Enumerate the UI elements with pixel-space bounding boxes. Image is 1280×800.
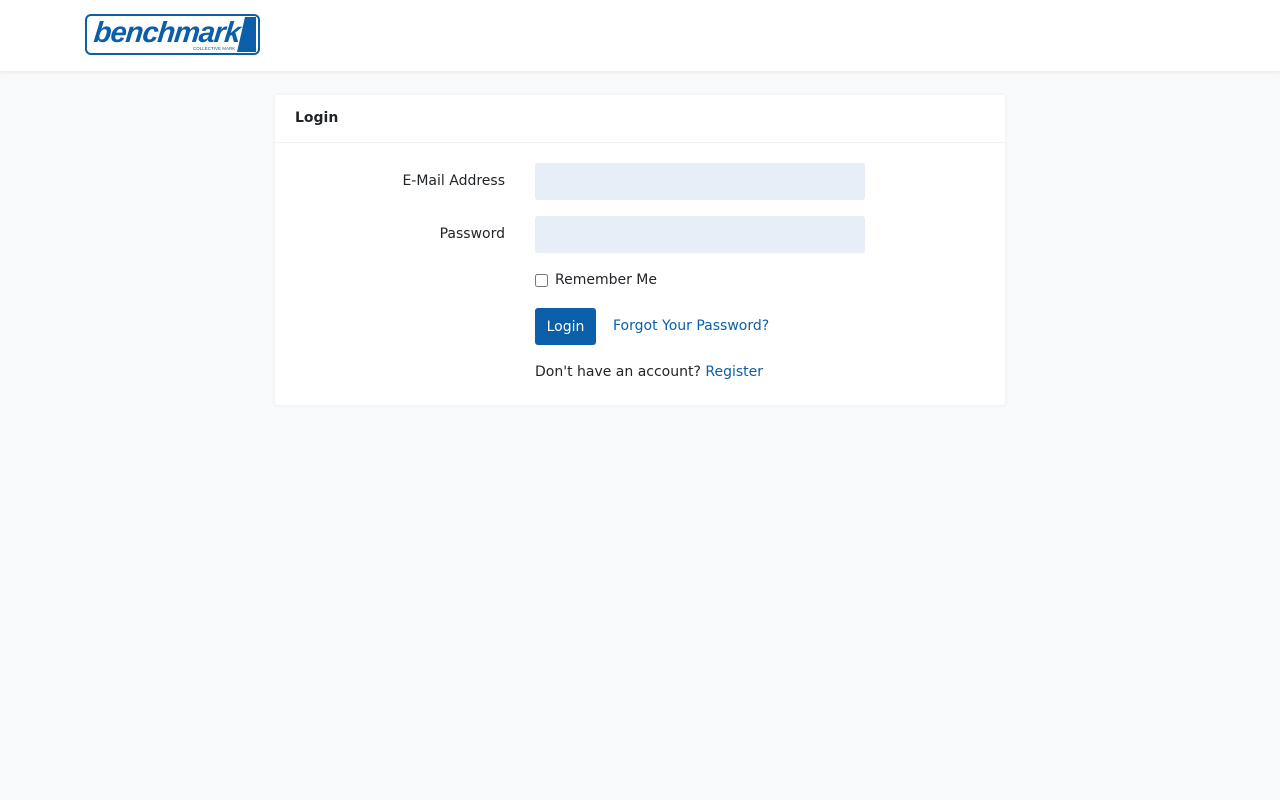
login-card: Login E-Mail Address Password Remember M…: [275, 95, 1005, 405]
svg-text:benchmark: benchmark: [92, 17, 244, 49]
benchmark-logo-image: benchmark COLLECTIVE MARK: [85, 14, 260, 55]
register-link[interactable]: Register: [705, 364, 763, 380]
login-button[interactable]: Login: [535, 308, 596, 345]
no-account-text: Don't have an account?: [535, 364, 706, 380]
register-prompt: Don't have an account? Register: [535, 363, 763, 381]
password-field[interactable]: [535, 216, 865, 253]
svg-text:COLLECTIVE MARK: COLLECTIVE MARK: [193, 46, 235, 51]
forgot-password-link[interactable]: Forgot Your Password?: [613, 317, 769, 335]
email-label: E-Mail Address: [402, 173, 505, 189]
password-label: Password: [439, 226, 505, 242]
email-field[interactable]: [535, 163, 865, 200]
card-header: Login: [275, 95, 1005, 143]
remember-me-label[interactable]: Remember Me: [555, 271, 657, 289]
benchmark-logo[interactable]: benchmark COLLECTIVE MARK: [85, 14, 260, 55]
top-navbar: benchmark COLLECTIVE MARK: [0, 0, 1280, 71]
remember-me-checkbox[interactable]: [535, 274, 548, 287]
card-title: Login: [295, 110, 339, 126]
